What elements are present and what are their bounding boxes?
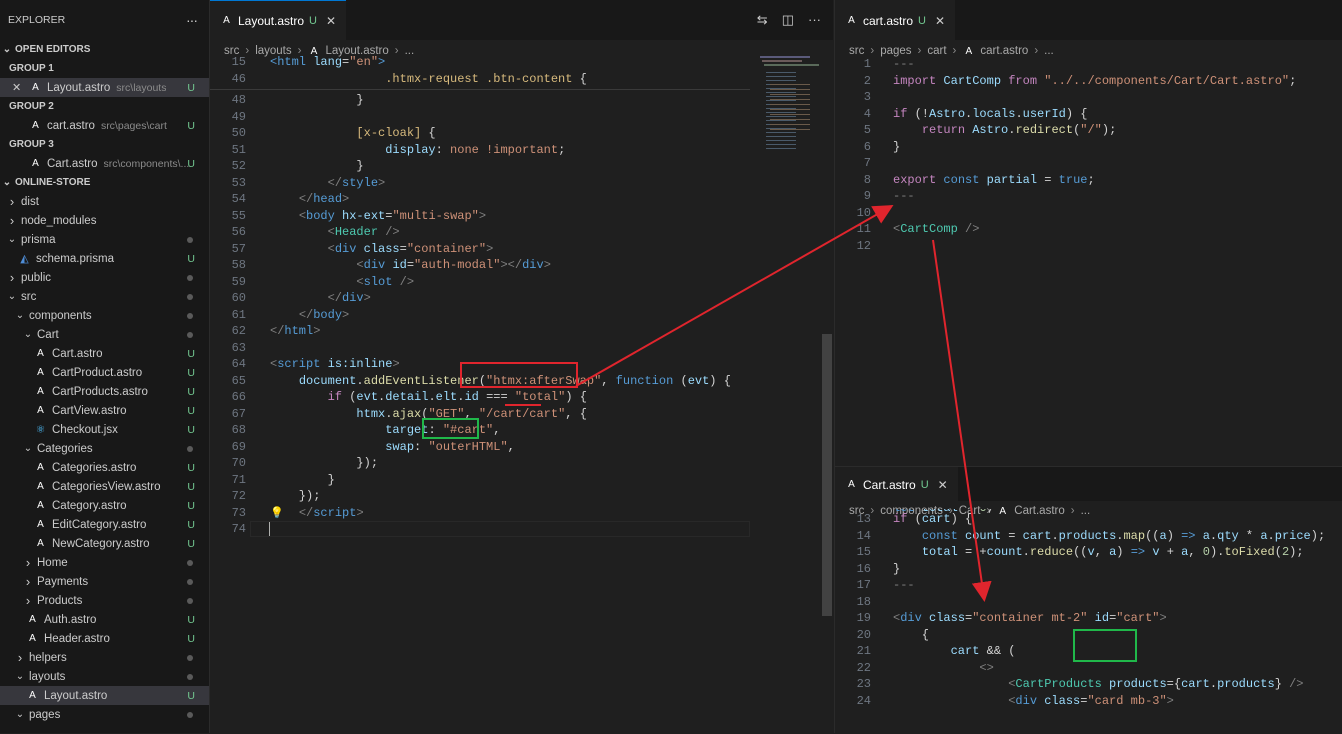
- annotation-arrows: [575, 205, 992, 602]
- arrow-to-cart-page: [575, 205, 894, 387]
- arrow-to-cart-component: [932, 239, 992, 602]
